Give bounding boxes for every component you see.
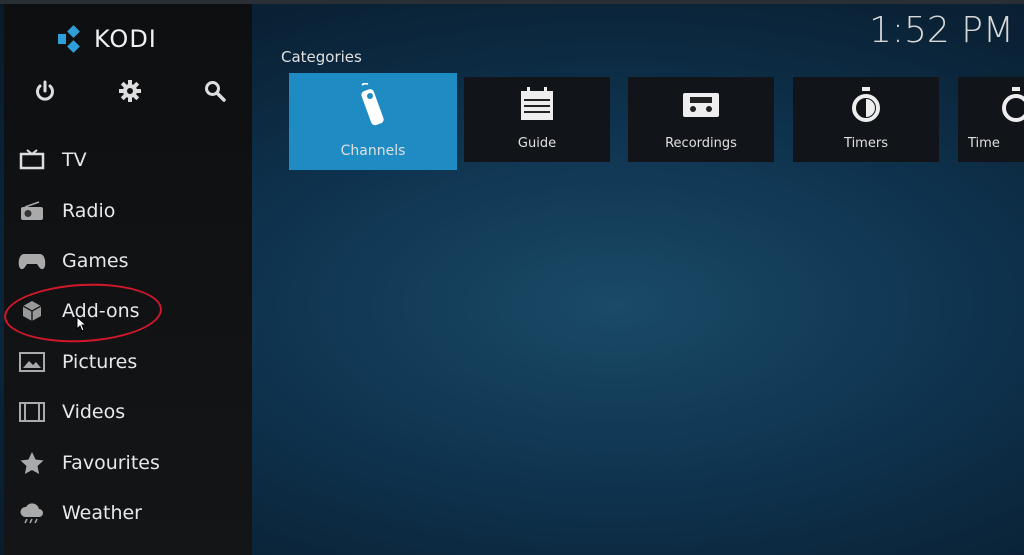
sidebar-item-weather[interactable]: Weather <box>4 488 252 538</box>
tile-label: Channels <box>340 143 406 159</box>
mouse-cursor-icon <box>76 316 88 332</box>
cassette-icon <box>683 93 719 117</box>
tile-label: Timers <box>844 136 888 151</box>
settings-button[interactable] <box>115 76 145 106</box>
sidebar-item-favourites[interactable]: Favourites <box>4 437 252 487</box>
settings-icon <box>119 80 141 102</box>
sidebar-item-videos[interactable]: Videos <box>4 387 252 437</box>
tile-label: Time <box>968 136 1000 151</box>
sidebar-item-label: Radio <box>62 199 116 222</box>
sidebar-item-radio[interactable]: Radio <box>4 185 252 235</box>
remote-icon <box>361 83 384 126</box>
sidebar-item-label: Favourites <box>62 451 160 474</box>
kodi-logo[interactable]: KODI <box>56 24 157 54</box>
tile-timer-rules[interactable]: Time <box>958 77 1024 162</box>
gamepad-icon <box>18 249 46 273</box>
sidebar-item-label: Weather <box>62 501 142 524</box>
power-button[interactable] <box>30 76 60 106</box>
sidebar-item-label: Videos <box>62 401 126 424</box>
picture-icon <box>18 350 46 374</box>
tile-recordings[interactable]: Recordings <box>628 77 774 162</box>
power-icon <box>36 80 54 101</box>
sidebar: KODI TV Radio Games Add-ons Pictures Vid… <box>4 4 252 555</box>
film-icon <box>18 400 46 424</box>
tile-label: Guide <box>517 136 557 151</box>
tv-icon <box>18 148 46 172</box>
app-name: KODI <box>94 25 157 53</box>
stopwatch-icon <box>1002 87 1024 122</box>
tile-channels[interactable]: Channels <box>289 73 457 170</box>
tile-guide[interactable]: Guide <box>464 77 610 162</box>
sidebar-item-tv[interactable]: TV <box>4 135 252 185</box>
calendar-icon <box>521 87 553 120</box>
sidebar-item-label: Games <box>62 249 129 272</box>
kodi-logo-icon <box>58 25 80 53</box>
sidebar-item-label: Pictures <box>62 350 138 373</box>
star-icon <box>18 451 46 475</box>
tile-label: Recordings <box>665 136 737 151</box>
sidebar-item-games[interactable]: Games <box>4 236 252 286</box>
clock: 1:52 PM <box>868 10 1014 51</box>
radio-icon <box>18 199 46 223</box>
search-icon <box>205 81 226 102</box>
stopwatch-icon <box>852 87 880 122</box>
weather-icon <box>18 501 46 525</box>
sidebar-item-label: TV <box>62 149 87 172</box>
sidebar-item-pictures[interactable]: Pictures <box>4 337 252 387</box>
tile-timers[interactable]: Timers <box>793 77 939 162</box>
section-title: Categories <box>281 48 362 66</box>
search-button[interactable] <box>200 76 230 106</box>
